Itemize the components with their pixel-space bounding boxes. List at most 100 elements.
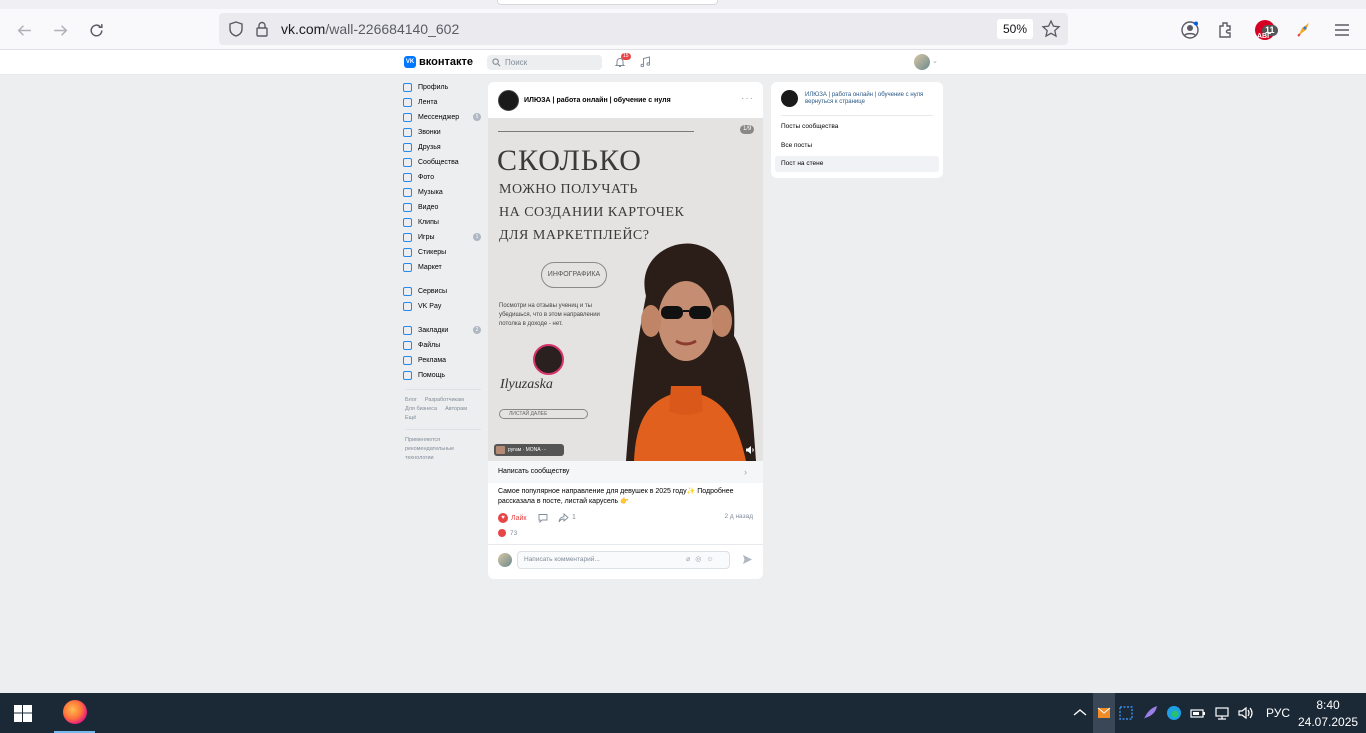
sidebar-item[interactable]: Музыка: [403, 185, 485, 200]
comment-icon[interactable]: [538, 513, 548, 523]
carousel-slide[interactable]: 1/9 СКОЛЬКО МОЖНО ПОЛУЧАТЬ НА СОЗДАНИИ К…: [488, 118, 763, 461]
menu-item-icon: [403, 302, 412, 311]
sidebar-item[interactable]: Сообщества: [403, 155, 485, 170]
footer-link[interactable]: Разработчикам: [425, 397, 464, 403]
sidebar-item[interactable]: Фото: [403, 170, 485, 185]
post-time[interactable]: 2 д назад: [724, 513, 753, 520]
feather-icon[interactable]: [1141, 704, 1159, 722]
track-cover: [496, 446, 505, 454]
sidebar-item-label: Лента: [418, 99, 438, 106]
star-icon[interactable]: [1041, 19, 1061, 39]
lock-icon[interactable]: [254, 20, 270, 38]
language-indicator[interactable]: РУС: [1266, 706, 1290, 720]
sidebar-item[interactable]: VK Pay: [403, 299, 485, 314]
carousel-counter: 1/9: [740, 125, 755, 134]
vk-header: VK вконтакте Поиск 15 ⌄: [0, 50, 1366, 75]
write-to-community-button[interactable]: Написать сообществу ›: [488, 461, 763, 483]
slide-author-avatar: [533, 344, 564, 375]
sidebar-item[interactable]: Мессенджер 5: [403, 110, 485, 125]
footer-link[interactable]: Блог: [405, 397, 417, 403]
emoji-icon[interactable]: ☺: [706, 556, 718, 563]
sidebar-item[interactable]: Закладки 2: [403, 323, 485, 338]
battery-icon[interactable]: [1189, 704, 1207, 722]
music-note-icon[interactable]: [639, 56, 651, 68]
music-chip[interactable]: ругам · MONA ···: [494, 444, 564, 456]
sidebar-item[interactable]: Файлы: [403, 338, 485, 353]
sidebar-item[interactable]: Клипы: [403, 215, 485, 230]
app-tray-icon[interactable]: [1095, 704, 1113, 722]
paperclip-icon[interactable]: ⌀: [686, 556, 695, 563]
windows-start-icon[interactable]: [14, 705, 32, 722]
footer-link[interactable]: Авторам: [445, 406, 467, 412]
community-nav-card: ИЛЮЗА | работа онлайн | обучение с нуля …: [771, 82, 943, 178]
counter-badge: 2: [473, 326, 481, 334]
account-icon[interactable]: [1180, 20, 1200, 40]
community-avatar[interactable]: [781, 90, 798, 107]
sidebar-item[interactable]: Помощь: [403, 368, 485, 383]
recommendation-note: Применяются рекомендательные технологии: [405, 437, 455, 461]
volume-icon[interactable]: [1237, 704, 1255, 722]
chevron-down-icon[interactable]: ⌄: [932, 57, 938, 65]
sidebar-item-label: Закладки: [418, 327, 449, 334]
network-icon[interactable]: [1213, 704, 1231, 722]
sidebar-item-label: Помощь: [418, 372, 446, 379]
shield-icon[interactable]: [227, 20, 245, 38]
slide-pill: ИНФОГРАФИКА: [541, 262, 607, 288]
sidebar-item[interactable]: Маркет: [403, 260, 485, 275]
sidebar-item[interactable]: Лента: [403, 95, 485, 110]
sidebar-item[interactable]: Друзья: [403, 140, 485, 155]
sidebar-item[interactable]: Звонки: [403, 125, 485, 140]
search-input[interactable]: Поиск: [487, 55, 602, 70]
sidebar-item[interactable]: Сервисы: [403, 284, 485, 299]
reload-button[interactable]: [83, 17, 109, 43]
sidebar-item[interactable]: Стикеры: [403, 245, 485, 260]
user-avatar[interactable]: [914, 54, 930, 70]
arrow-right-icon: [53, 24, 67, 36]
extensions-icon[interactable]: [1216, 20, 1236, 40]
url-bar[interactable]: vk.com/wall-226684140_602 50%: [219, 13, 1068, 45]
slide-title: СКОЛЬКО: [497, 144, 642, 177]
speaker-icon[interactable]: [745, 445, 755, 455]
author-name[interactable]: ИЛЮЗА | работа онлайн | обучение с нуля: [524, 97, 671, 104]
sidebar-item[interactable]: Видео: [403, 200, 485, 215]
chevron-up-icon[interactable]: [1071, 704, 1089, 722]
sidebar-item[interactable]: Профиль: [403, 80, 485, 95]
url-text[interactable]: vk.com/wall-226684140_602: [281, 21, 459, 37]
like-button[interactable]: ♥ Лайк: [498, 513, 526, 523]
sidebar-item[interactable]: Реклама: [403, 353, 485, 368]
back-button[interactable]: [11, 17, 37, 43]
nav-wall-post[interactable]: Пост на стене: [775, 156, 939, 172]
sidebar-item-label: Музыка: [418, 189, 443, 196]
menu-icon[interactable]: [1332, 20, 1352, 40]
active-tab[interactable]: [497, 0, 718, 5]
sidebar-item-label: Реклама: [418, 357, 447, 364]
camera-icon[interactable]: ◎: [695, 556, 706, 563]
community-name[interactable]: ИЛЮЗА | работа онлайн | обучение с нуля …: [805, 92, 937, 106]
share-button[interactable]: 1: [558, 512, 576, 523]
nav-community-posts[interactable]: Посты сообщества: [775, 119, 939, 135]
clock[interactable]: 8:40 24.07.2025: [1298, 697, 1358, 731]
send-icon[interactable]: [742, 554, 753, 565]
screenshot-icon[interactable]: [1117, 704, 1135, 722]
sidebar-item-label: Игры: [418, 234, 435, 241]
divider: [781, 115, 933, 116]
divider: [488, 544, 763, 545]
attachment-icons[interactable]: ⌀◎☺: [686, 555, 718, 563]
sidebar-item-label: Профиль: [418, 84, 449, 91]
zoom-indicator[interactable]: 50%: [997, 19, 1034, 39]
more-options-icon[interactable]: ···: [741, 93, 754, 104]
firefox-taskbar-button[interactable]: [54, 693, 95, 733]
likes-summary[interactable]: 73: [498, 529, 517, 537]
sidebar-item[interactable]: Игры 1: [403, 230, 485, 245]
author-avatar[interactable]: [498, 90, 519, 111]
forward-button[interactable]: [47, 17, 73, 43]
slide-line-2: НА СОЗДАНИИ КАРТОЧЕК: [499, 205, 685, 220]
sidebar-item-label: Звонки: [418, 129, 441, 136]
nav-all-posts[interactable]: Все посты: [775, 138, 939, 154]
footer-link[interactable]: Для бизнеса: [405, 406, 437, 412]
vk-logo[interactable]: VK вконтакте: [404, 56, 473, 68]
footer-link[interactable]: Ещё: [405, 415, 416, 421]
edge-icon[interactable]: [1165, 704, 1183, 722]
menu-item-icon: [403, 371, 412, 380]
rocket-icon[interactable]: [1294, 20, 1314, 40]
